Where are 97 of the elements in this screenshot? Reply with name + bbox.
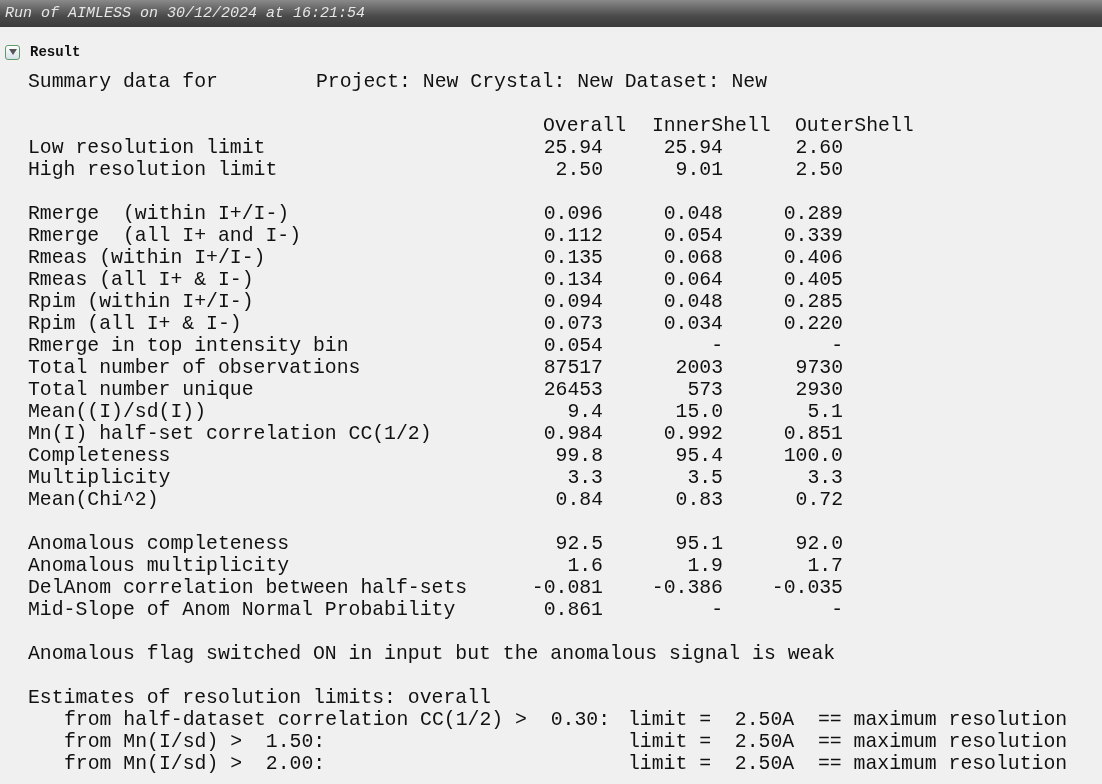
limit-result: limit = 2.50A == maximum resolution [628, 753, 1068, 775]
table-value: 0.285 [782, 291, 843, 313]
row-label: Rmerge (within I+/I-) [28, 203, 291, 225]
table-value: 0.984 [542, 423, 603, 445]
column-header: Overall [543, 115, 628, 137]
table-value: 0.048 [662, 291, 723, 313]
table-value: 2930 [794, 379, 843, 401]
table-value: 87517 [542, 357, 603, 379]
table-value: 0.992 [662, 423, 723, 445]
row-label: Rmeas (all I+ & I-) [28, 269, 255, 291]
row-label: Mean((I)/sd(I)) [28, 401, 208, 423]
table-value: 3.5 [686, 467, 723, 489]
table-value: 0.064 [662, 269, 723, 291]
table-value: 2003 [674, 357, 723, 379]
table-value: 0.405 [782, 269, 843, 291]
criterion-text: from half-dataset correlation CC(1/2) > 0.30: [64, 709, 612, 731]
table-value: 9.4 [566, 401, 603, 423]
table-value: 573 [686, 379, 723, 401]
table-value: 0.72 [794, 489, 843, 511]
table-value: 0.851 [782, 423, 843, 445]
criterion-text: from Mn(I/sd) > 2.00: [64, 753, 327, 775]
table-value: 0.073 [542, 313, 603, 335]
table-value: 0.289 [782, 203, 843, 225]
column-header: OuterShell [795, 115, 914, 137]
warning-message: Anomalous flag switched ON in input but the anomalous signal is weak [28, 643, 836, 665]
table-value: 92.0 [794, 533, 843, 555]
project-info: Project: New Crystal: New Dataset: New [316, 71, 768, 93]
row-label: Rpim (within I+/I-) [28, 291, 255, 313]
table-value: 2.50 [794, 159, 843, 181]
table-value: 0.134 [542, 269, 603, 291]
table-value: 0.054 [662, 225, 723, 247]
table-value: 92.5 [554, 533, 603, 555]
table-value: 25.94 [662, 137, 723, 159]
table-value: - [710, 335, 723, 357]
window-title: Run of AIMLESS on 30/12/2024 at 16:21:54 [0, 0, 1102, 27]
row-label: Low resolution limit [28, 137, 267, 159]
row-label: High resolution limit [28, 159, 279, 181]
row-label: Mid-Slope of Anom Normal Probability [28, 599, 457, 621]
row-label: Mn(I) half-set correlation CC(1/2) [28, 423, 433, 445]
row-label: Total number of observations [28, 357, 362, 379]
row-label: Rmerge (all I+ and I-) [28, 225, 303, 247]
table-value: 1.7 [806, 555, 843, 577]
table-value: 0.83 [674, 489, 723, 511]
limit-result: limit = 2.50A == maximum resolution [628, 709, 1068, 731]
summary-label: Summary data for [28, 71, 219, 93]
table-value: 0.068 [662, 247, 723, 269]
table-value: 99.8 [554, 445, 603, 467]
table-value: 1.6 [566, 555, 603, 577]
estimates-heading: Estimates of resolution limits: overall [28, 687, 491, 709]
table-value: -0.081 [530, 577, 603, 599]
table-value: 3.3 [806, 467, 843, 489]
table-value: 0.861 [542, 599, 603, 621]
table-value: -0.035 [770, 577, 843, 599]
row-label: DelAnom correlation between half-sets [28, 577, 469, 599]
table-value: 0.220 [782, 313, 843, 335]
table-value: 9.01 [674, 159, 723, 181]
collapse-toggle[interactable] [5, 44, 20, 60]
row-label: Rmerge in top intensity bin [28, 335, 350, 357]
table-value: -0.386 [650, 577, 723, 599]
row-label: Total number unique [28, 379, 255, 401]
column-header: InnerShell [652, 115, 772, 137]
table-value: 0.034 [662, 313, 723, 335]
limit-result: limit = 2.50A == maximum resolution [628, 731, 1068, 753]
table-value: 0.048 [662, 203, 723, 225]
table-value: 15.0 [674, 401, 723, 423]
table-value: 95.1 [674, 533, 723, 555]
table-value: - [830, 599, 843, 621]
table-value: 9730 [794, 357, 843, 379]
table-value: 2.60 [794, 137, 843, 159]
row-label: Multiplicity [28, 467, 172, 489]
table-value: 2.50 [554, 159, 603, 181]
table-value: 0.339 [782, 225, 843, 247]
table-value: 0.135 [542, 247, 603, 269]
table-value: 0.096 [542, 203, 603, 225]
table-value: 5.1 [806, 401, 843, 423]
table-value: 95.4 [674, 445, 723, 467]
row-label: Anomalous multiplicity [28, 555, 291, 577]
table-value: 0.094 [542, 291, 603, 313]
table-value: - [710, 599, 723, 621]
row-label: Rmeas (within I+/I-) [28, 247, 267, 269]
table-value: 26453 [542, 379, 603, 401]
table-value: 100.0 [782, 445, 843, 467]
row-label: Anomalous completeness [28, 533, 291, 555]
table-value: 1.9 [686, 555, 723, 577]
row-label: Rpim (all I+ & I-) [28, 313, 243, 335]
table-value: 0.112 [542, 225, 603, 247]
row-label: Completeness [28, 445, 172, 467]
table-value: - [830, 335, 843, 357]
table-value: 0.054 [542, 335, 603, 357]
table-value: 3.3 [566, 467, 603, 489]
section-title: Result [30, 44, 81, 60]
criterion-text: from Mn(I/sd) > 1.50: [64, 731, 327, 753]
table-value: 0.84 [554, 489, 603, 511]
row-label: Mean(Chi^2) [28, 489, 160, 511]
table-value: 25.94 [542, 137, 603, 159]
caret-icon [8, 49, 17, 55]
table-value: 0.406 [782, 247, 843, 269]
